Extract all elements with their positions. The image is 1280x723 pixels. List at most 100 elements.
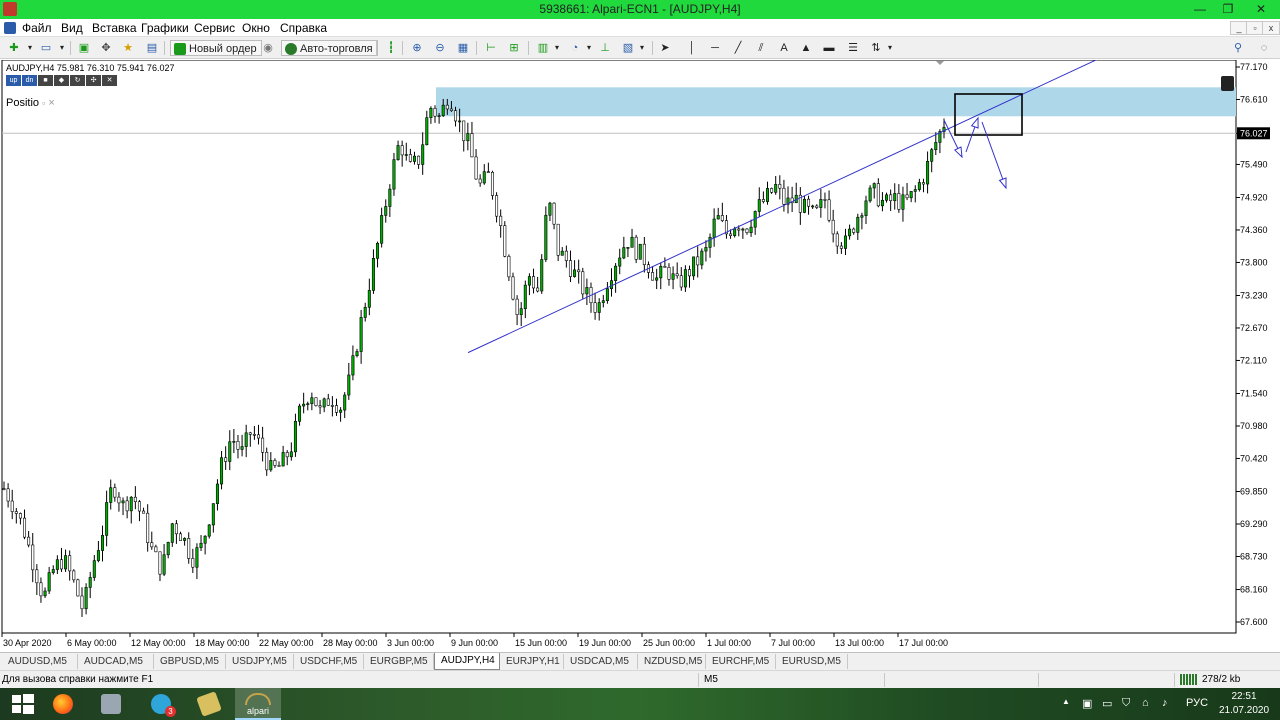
menu-view[interactable]: Вид (61, 21, 83, 35)
dropdown-arrow-icon[interactable]: ▾ (581, 40, 597, 56)
chart-window-icon[interactable] (4, 22, 16, 34)
tile-windows-icon[interactable]: ▦ (455, 40, 471, 56)
text-icon[interactable]: A (776, 40, 792, 56)
sync-icon[interactable]: ↻ (70, 75, 85, 86)
candle-body (310, 397, 314, 404)
tab-nzdusd-m5[interactable]: NZDUSD,M5 (638, 654, 706, 669)
dropdown-arrow-icon[interactable]: ▾ (22, 40, 38, 56)
navigator-icon[interactable]: ★ (120, 40, 136, 56)
volume-icon[interactable]: ♪ (1162, 697, 1168, 709)
menu-file[interactable]: Файл (22, 21, 52, 35)
tray-app-icon[interactable]: ▣ (1082, 697, 1092, 710)
firefox-taskbar-button[interactable] (40, 688, 86, 720)
tab-usdchf-m5[interactable]: USDCHF,M5 (294, 654, 364, 669)
tray-shield-icon[interactable]: ⛉ (1122, 697, 1130, 710)
chat-icon[interactable]: ◌ (1256, 40, 1272, 56)
new-order-button[interactable]: Новый ордер (170, 40, 262, 56)
autoscroll-icon[interactable]: ⊞ (506, 40, 522, 56)
notes-taskbar-button[interactable] (186, 688, 232, 720)
menu-charts[interactable]: Графики (141, 21, 189, 35)
trendline-icon[interactable]: ╱ (730, 40, 746, 56)
clock[interactable]: 22:51 21.07.2020 (1212, 690, 1276, 718)
auto-trading-button[interactable]: Авто-торговля (281, 40, 378, 56)
mdi-close-button[interactable]: x (1262, 21, 1280, 35)
market-watch-icon[interactable]: ▣ (76, 40, 92, 56)
chart-area[interactable]: 77.170 76.610 76.027 75.490 74.920 74.360 73.8… (0, 60, 1280, 652)
drop-icon[interactable]: ◆ (54, 75, 69, 86)
candle-body (548, 202, 552, 216)
zoom-out-icon[interactable]: ⊖ (432, 40, 448, 56)
tab-eurusd-m5[interactable]: EURUSD,M5 (776, 654, 848, 669)
move-icon[interactable]: ✣ (86, 75, 101, 86)
buy-icon[interactable]: up (6, 75, 21, 86)
maximize-button[interactable]: ❐ (1214, 0, 1242, 19)
position-panel[interactable]: Positio ▫ × (6, 97, 55, 109)
label-icon[interactable]: ▬ (821, 40, 837, 56)
network-icon[interactable]: ⌂ (1142, 697, 1149, 709)
templates-icon[interactable]: ⊥ (597, 40, 613, 56)
tab-usdjpy-m5[interactable]: USDJPY,M5 (226, 654, 294, 669)
dropdown-arrow-icon[interactable]: ▾ (54, 40, 70, 56)
tab-eurgbp-m5[interactable]: EURGBP,M5 (364, 654, 434, 669)
panel-restore-icon[interactable]: ▫ (42, 98, 45, 108)
tab-audcad-m5[interactable]: AUDCAD,M5 (78, 654, 154, 669)
profile-name: M5 (704, 674, 718, 685)
menu-window[interactable]: Окно (242, 21, 270, 35)
alpari-taskbar-button[interactable]: alpari (235, 688, 281, 720)
tab-eurchf-m5[interactable]: EURCHF,M5 (706, 654, 776, 669)
data-window-icon[interactable]: ✥ (98, 40, 114, 56)
profiles-icon[interactable]: ▭ (38, 40, 54, 56)
zoom-in-icon[interactable]: ⊕ (409, 40, 425, 56)
menu-insert[interactable]: Вставка (92, 21, 137, 35)
cancel-icon[interactable]: ✕ (102, 75, 117, 86)
price-chart[interactable]: 77.170 76.610 76.027 75.490 74.920 74.360 73.8… (0, 60, 1280, 652)
tray-expand-icon[interactable]: ▲ (1062, 697, 1070, 706)
trade-icon[interactable]: ■ (38, 75, 53, 86)
calculator-taskbar-button[interactable] (88, 688, 134, 720)
cursor-icon[interactable]: ➤ (657, 40, 673, 56)
close-button[interactable]: ✕ (1242, 0, 1280, 19)
candle-body (880, 199, 884, 207)
panel-close-icon[interactable]: × (48, 97, 54, 109)
dropdown-arrow-icon[interactable]: ▾ (634, 40, 650, 56)
candle-body (142, 510, 146, 514)
candle-body (655, 277, 659, 281)
sell-icon[interactable]: dn (22, 75, 37, 86)
candle-body (581, 271, 585, 295)
tray-monitor-icon[interactable]: ▭ (1102, 697, 1112, 710)
terminal-icon[interactable]: ▤ (144, 40, 160, 56)
candle-body (815, 205, 819, 208)
language-indicator[interactable]: РУС (1186, 697, 1208, 709)
vertical-line-icon[interactable]: │ (684, 40, 700, 56)
candle-body (527, 276, 531, 286)
triangle-icon[interactable]: ▲ (798, 40, 814, 56)
dropdown-arrow-icon[interactable]: ▾ (549, 40, 565, 56)
time-axis-label: 30 Apr 2020 (3, 638, 52, 648)
candle-body (872, 183, 876, 189)
channel-icon[interactable]: ⫽ (753, 40, 769, 56)
dropdown-arrow-icon[interactable]: ▾ (882, 40, 898, 56)
menu-help[interactable]: Справка (280, 21, 327, 35)
tab-usdcad-m5[interactable]: USDCAD,M5 (564, 654, 638, 669)
tab-gbpusd-m5[interactable]: GBPUSD,M5 (154, 654, 226, 669)
minimize-button[interactable]: — (1186, 0, 1214, 19)
price-axis-label: 73.800 (1240, 257, 1268, 267)
tab-audjpy-h4[interactable]: AUDJPY,H4 (434, 653, 500, 670)
bar-chart-icon[interactable]: ┇ (383, 40, 399, 56)
plot-frame (1, 60, 1237, 634)
price-axis-label: 70.420 (1240, 453, 1268, 463)
telegram-taskbar-button[interactable]: 3 (138, 688, 184, 720)
candle-body (137, 501, 141, 512)
tab-eurjpy-h1[interactable]: EURJPY,H1 (500, 654, 564, 669)
horizontal-line-icon[interactable]: ─ (707, 40, 723, 56)
price-axis-label: 70.980 (1240, 421, 1268, 431)
search-icon[interactable]: ⚲ (1230, 40, 1246, 56)
chart-shift-icon[interactable]: ⊢ (483, 40, 499, 56)
menu-tools[interactable]: Сервис (194, 21, 235, 35)
candle-body (831, 219, 835, 235)
fibonacci-icon[interactable]: ☰ (845, 40, 861, 56)
candle-body (523, 284, 527, 309)
new-chart-icon[interactable]: ✚ (6, 40, 22, 56)
tab-audusd-m5[interactable]: AUDUSD,M5 (2, 654, 78, 669)
metaeditor-icon[interactable]: ◉ (260, 40, 276, 56)
